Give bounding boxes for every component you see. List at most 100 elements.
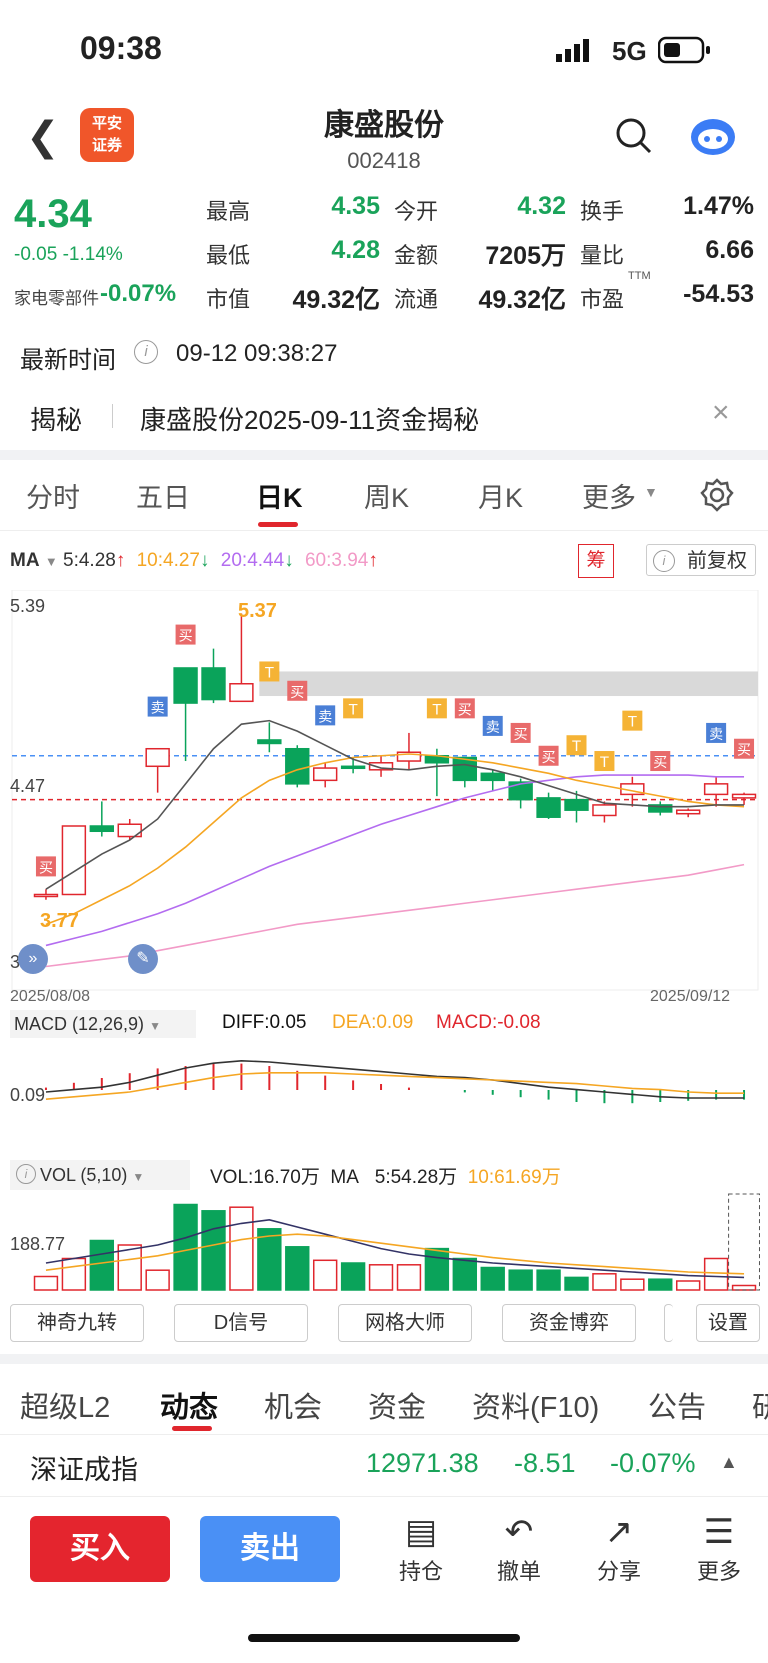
tab-opportunity[interactable]: 机会 [264, 1384, 322, 1426]
grid-master-button[interactable]: 网格大师 [338, 1304, 472, 1342]
volume-bar [396, 1264, 422, 1291]
section-divider [0, 1354, 768, 1364]
candle-body [340, 765, 366, 770]
macd-selector[interactable]: MACD (12,26,9) ▼ [10, 1010, 196, 1038]
ma-legend: MA ▼ 5:4.28↑ 10:4.27↓ 20:4.44↓ 60:3.94↑ [10, 550, 378, 571]
y-mid-label: 4.47 [10, 776, 46, 796]
adjust-mode-button[interactable]: i 前复权 [646, 544, 756, 576]
tab-research[interactable]: 研 [752, 1384, 768, 1426]
chevron-down-icon: ▼ [644, 484, 658, 500]
buy-button[interactable]: 买入 [30, 1516, 170, 1582]
signal-marker-label: 买 [514, 727, 528, 743]
volume-bar [33, 1275, 59, 1291]
volume-bar [89, 1239, 115, 1291]
search-icon[interactable] [614, 116, 654, 161]
active-tab-indicator [172, 1426, 212, 1431]
tab-more[interactable]: 更多 [582, 476, 636, 515]
sell-button[interactable]: 卖出 [200, 1516, 340, 1582]
magic-nine-button[interactable]: 神奇九转 [10, 1304, 144, 1342]
volume-bar [285, 1246, 310, 1291]
tab-super-l2[interactable]: 超级L2 [20, 1384, 110, 1426]
signal-marker-label: 买 [39, 860, 53, 876]
volume-bar [340, 1262, 366, 1291]
volume-bar [61, 1257, 87, 1291]
tab-divider [0, 1434, 768, 1435]
tab-dynamics[interactable]: 动态 [160, 1384, 218, 1426]
candle-body [508, 781, 533, 801]
section-divider [0, 450, 768, 460]
signal-marker-label: 买 [737, 743, 751, 759]
tab-intraday[interactable]: 分时 [26, 476, 80, 515]
tab-profile-f10[interactable]: 资料(F10) [472, 1384, 599, 1426]
ma10-line [45, 753, 745, 926]
tab-announcements[interactable]: 公告 [648, 1384, 706, 1426]
float-cap-label: 流通 [394, 287, 439, 312]
index-divider [0, 1496, 768, 1497]
chip-distribution-button[interactable]: 筹 [578, 544, 614, 578]
chart-frame [11, 590, 759, 991]
candle-body [703, 783, 729, 796]
turnover-label: 换手 [580, 199, 625, 224]
tab-funds[interactable]: 资金 [368, 1384, 426, 1426]
signal-marker-label: 卖 [318, 709, 332, 725]
volume-ratio-label: 量比 [580, 243, 625, 268]
update-time-label: 最新时间 [20, 347, 116, 374]
info-icon: i [16, 1164, 36, 1184]
share-button[interactable]: ↗ 分享 [584, 1510, 654, 1586]
close-icon[interactable]: × [712, 396, 730, 430]
tab-daily-k[interactable]: 日K [256, 476, 303, 515]
more-button[interactable]: ☰ 更多 [684, 1510, 754, 1586]
volume-bar [731, 1284, 757, 1291]
diff-line [45, 1059, 745, 1099]
chevron-up-icon[interactable]: ▲ [720, 1452, 738, 1473]
cancel-order-button[interactable]: ↶ 撤单 [484, 1510, 554, 1586]
home-indicator [248, 1634, 520, 1642]
market-cap-value: 49.32亿 [292, 286, 380, 314]
tab-weekly-k[interactable]: 周K [364, 476, 409, 515]
market-cap-label: 市值 [206, 287, 251, 312]
candle-body [285, 747, 310, 785]
volume-bar [675, 1280, 701, 1291]
high-value: 4.35 [331, 192, 380, 220]
resistance-zone [259, 671, 758, 697]
undo-icon: ↶ [504, 1513, 534, 1551]
low-annotation: 3.77 [40, 910, 79, 932]
signal-marker-label: T [348, 702, 358, 718]
info-icon[interactable]: i [134, 340, 158, 364]
tab-five-day[interactable]: 五日 [136, 476, 190, 515]
candle-body [173, 667, 198, 704]
fund-game-button[interactable]: 资金博弈 [502, 1304, 636, 1342]
y-max-label: 5.39 [10, 596, 46, 616]
candle-body [229, 683, 254, 703]
active-tab-indicator [258, 522, 298, 527]
indicator-settings-button[interactable]: 设置 [696, 1304, 760, 1342]
index-name[interactable]: 深证成指 [30, 1448, 138, 1487]
candle-body [89, 825, 115, 833]
tab-monthly-k[interactable]: 月K [478, 476, 523, 515]
signal-marker-label: 买 [653, 755, 667, 771]
pe-value: -54.53 [683, 280, 754, 308]
event-icon[interactable]: ✎ [128, 944, 158, 974]
candlestick-chart[interactable]: 买买卖T买卖 T T 买卖 买买TTT买卖买 [0, 590, 768, 1000]
signal-marker-label: 买 [179, 629, 193, 645]
volume-chart [33, 1193, 760, 1291]
holdings-button[interactable]: ▤ 持仓 [386, 1510, 456, 1586]
expand-icon[interactable]: » [18, 944, 48, 974]
candle-body [592, 804, 617, 817]
volume-bar [564, 1276, 589, 1291]
partial-button[interactable] [664, 1304, 673, 1342]
reveal-link[interactable]: 康盛股份2025-09-11资金揭秘 [140, 400, 479, 437]
pe-ttm-tag: TTM [628, 270, 651, 282]
sector-name[interactable]: 家电零部件 [14, 284, 99, 309]
robot-assistant-icon[interactable] [688, 112, 738, 163]
macd-value: MACD:-0.08 [436, 1012, 541, 1033]
d-signal-button[interactable]: D信号 [174, 1304, 308, 1342]
candle-body [33, 893, 59, 898]
volume-bar [424, 1247, 450, 1291]
signal-marker-label: 买 [290, 685, 304, 701]
settings-gear-icon[interactable] [700, 478, 734, 517]
menu-icon: ☰ [703, 1513, 735, 1551]
macd-axis-label: 0.09 [10, 1085, 46, 1105]
volume-selector[interactable]: i VOL (5,10) ▼ [10, 1160, 190, 1190]
float-cap-value: 49.32亿 [478, 286, 566, 314]
